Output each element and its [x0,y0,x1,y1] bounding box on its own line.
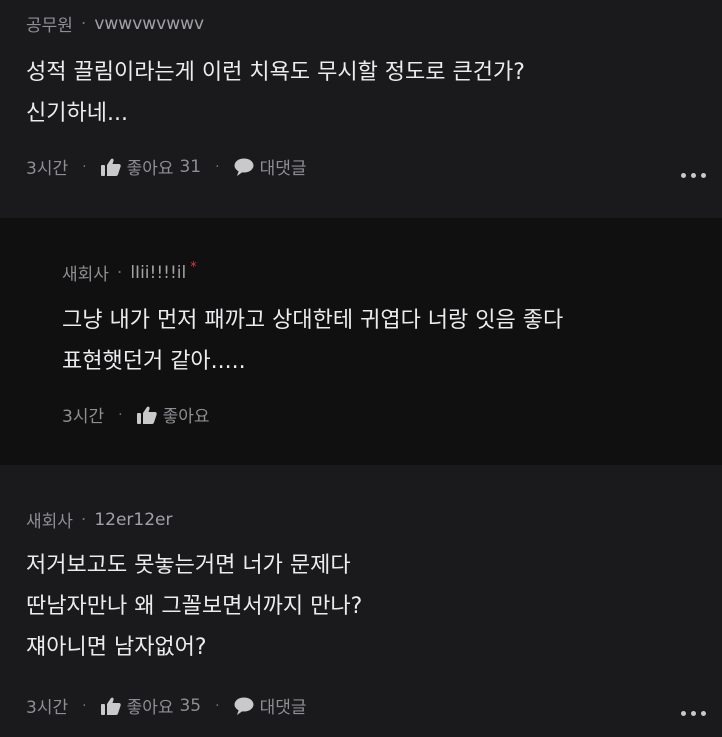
writer-badge: * [190,260,197,275]
author-name[interactable]: 공무원 [26,11,73,36]
like-label: 좋아요 [126,698,174,718]
reply-button[interactable]: 대댓글 [234,154,307,179]
like-count: 35 [179,695,202,716]
comment-actions: 3시간 · 좋아요 31 · 대댓글 [26,154,307,180]
comment-line: 저거보고도 못놓는거면 너가 문제다 [26,553,351,578]
thumbs-up-icon [100,158,121,176]
like-label: 좋아요 [162,407,210,427]
separator-dot: · [215,697,220,714]
comment-meta: 공무원 · vwwvwvwwv [26,11,204,37]
more-dots-icon[interactable] [681,711,706,716]
separator-dot: · [116,262,123,283]
comment-body: 성적 끌림이라는게 이런 치욕도 무시할 정도로 큰건가? 신기하네... [26,52,525,134]
comment-meta: 새회사 · lIii!!!!il * [62,260,197,285]
separator-dot: · [118,406,123,423]
user-id[interactable]: vwwvwvwwv [94,14,204,34]
like-button[interactable]: 좋아요 31 [100,154,202,179]
comment-line: 딴남자만나 왜 그꼴보면서까지 만나? [26,594,363,619]
separator-dot: · [82,158,87,175]
comment-actions: 3시간 · 좋아요 35 · 대댓글 [26,693,307,719]
separator-dot: · [82,697,87,714]
like-button[interactable]: 좋아요 [136,402,210,427]
reply-comment: 새회사 · lIii!!!!il * 그냥 내가 먼저 패까고 상대한테 귀엽다… [0,218,722,465]
comment-line: 쟤아니면 남자없어? [26,635,207,660]
comment-line: 성적 끌림이라는게 이런 치욕도 무시할 정도로 큰건가? [26,60,525,85]
separator-dot: · [80,13,87,34]
comment-meta: 새회사 · 12er12er [26,507,173,533]
speech-bubble-icon [234,158,254,176]
comment: 공무원 · vwwvwvwwv 성적 끌림이라는게 이런 치욕도 무시할 정도로… [0,0,722,218]
author-name[interactable]: 새회사 [62,260,109,285]
comment-body: 그냥 내가 먼저 패까고 상대한테 귀엽다 너랑 잇음 좋다 표현햇던거 같아.… [62,300,563,382]
separator-dot: · [215,158,220,175]
comment-line: 그냥 내가 먼저 패까고 상대한테 귀엽다 너랑 잇음 좋다 [62,308,564,333]
thumbs-up-icon [136,406,157,424]
user-id[interactable]: 12er12er [94,510,172,530]
like-label: 좋아요 [126,159,174,179]
comment-line: 신기하네... [26,101,128,126]
comment-line: 표현햇던거 같아..... [62,349,246,374]
like-count: 31 [179,156,202,177]
reply-label: 대댓글 [259,159,307,179]
speech-bubble-icon [234,697,254,715]
user-id[interactable]: lIii!!!!il [130,263,186,283]
timestamp: 3시간 [26,159,69,179]
reply-label: 대댓글 [259,698,307,718]
comment: 새회사 · 12er12er 저거보고도 못놓는거면 너가 문제다 딴남자만나 … [0,465,722,737]
more-dots-icon[interactable] [681,173,706,178]
author-name[interactable]: 새회사 [26,507,73,532]
timestamp: 3시간 [26,698,69,718]
like-button[interactable]: 좋아요 35 [100,693,202,718]
comment-body: 저거보고도 못놓는거면 너가 문제다 딴남자만나 왜 그꼴보면서까지 만나? 쟤… [26,545,362,668]
timestamp: 3시간 [62,407,105,427]
comment-actions: 3시간 · 좋아요 [62,402,209,427]
thumbs-up-icon [100,697,121,715]
separator-dot: · [80,509,87,530]
reply-button[interactable]: 대댓글 [234,693,307,718]
